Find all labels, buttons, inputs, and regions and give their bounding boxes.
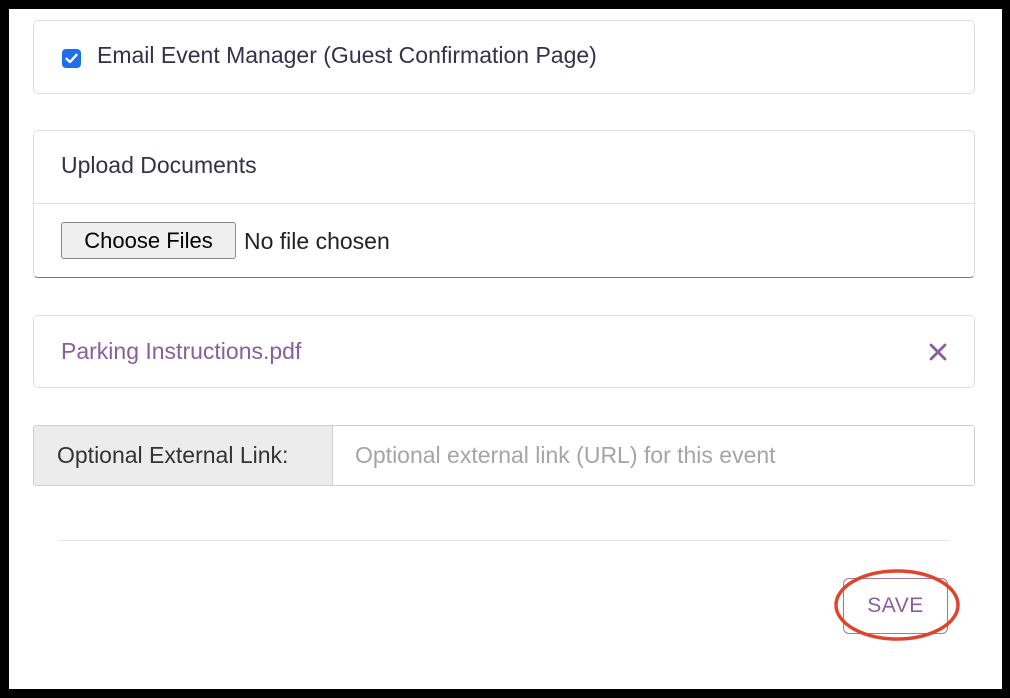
checkmark-icon (65, 53, 78, 64)
external-link-group: Optional External Link: (33, 425, 975, 486)
uploaded-document-item: Parking Instructions.pdf (33, 315, 975, 388)
close-icon[interactable] (927, 341, 949, 363)
email-manager-card: Email Event Manager (Guest Confirmation … (33, 20, 975, 94)
divider (60, 540, 948, 541)
upload-documents-card: Upload Documents Choose Files No file ch… (33, 130, 975, 278)
email-manager-checkbox[interactable] (62, 49, 81, 68)
divider (34, 203, 974, 204)
email-manager-label[interactable]: Email Event Manager (Guest Confirmation … (97, 42, 597, 69)
document-link[interactable]: Parking Instructions.pdf (61, 338, 301, 365)
external-link-input[interactable] (333, 426, 974, 485)
external-link-label: Optional External Link: (34, 426, 333, 485)
form-panel: Email Event Manager (Guest Confirmation … (9, 9, 1002, 689)
save-button[interactable]: SAVE (843, 578, 948, 634)
choose-files-button[interactable]: Choose Files (61, 222, 236, 259)
file-status-text: No file chosen (244, 228, 390, 254)
upload-documents-title: Upload Documents (61, 152, 257, 178)
